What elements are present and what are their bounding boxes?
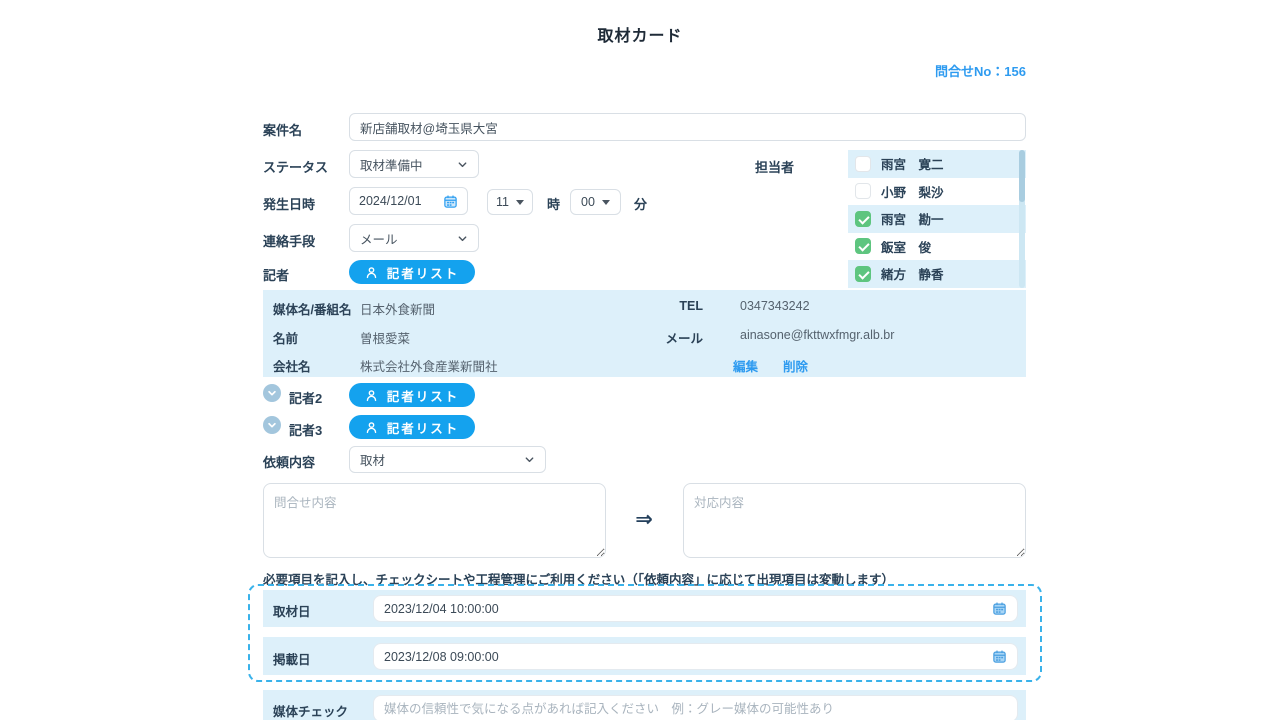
assignee-scrollbar-thumb[interactable] bbox=[1019, 150, 1025, 202]
media-name-label: 媒体名/番組名 bbox=[273, 299, 351, 318]
request-type-select[interactable]: 取材 bbox=[349, 446, 546, 473]
case-name-input[interactable] bbox=[349, 113, 1026, 141]
publish-date-label: 掲載日 bbox=[273, 649, 311, 668]
delete-link[interactable]: 削除 bbox=[783, 356, 808, 375]
interview-date-input[interactable]: 2023/12/04 10:00:00 bbox=[373, 595, 1018, 622]
inquiry-number: 問合せNo：156 bbox=[935, 61, 1026, 80]
person-icon bbox=[365, 389, 378, 402]
assignee-checkbox[interactable] bbox=[855, 156, 871, 172]
assignee-row[interactable]: 飯室 俊 bbox=[848, 233, 1026, 261]
company-value: 株式会社外食産業新聞社 bbox=[360, 356, 498, 375]
media-check-row: 媒体チェック bbox=[263, 690, 1026, 720]
company-label: 会社名 bbox=[273, 356, 311, 375]
interview-date-row: 取材日 2023/12/04 10:00:00 bbox=[263, 590, 1026, 627]
assignee-scrollbar-track bbox=[1019, 150, 1025, 288]
person-icon bbox=[365, 421, 378, 434]
assignee-name: 飯室 俊 bbox=[881, 237, 931, 256]
request-type-label: 依頼内容 bbox=[263, 452, 315, 471]
media-info-panel: 媒体名/番組名 日本外食新聞 TEL 0347343242 名前 曽根愛菜 メー… bbox=[263, 290, 1026, 377]
status-select[interactable]: 取材準備中 bbox=[349, 150, 479, 178]
assignee-checkbox[interactable] bbox=[855, 238, 871, 254]
assignee-checkbox[interactable] bbox=[855, 266, 871, 282]
reporter2-list-button-label: 記者リスト bbox=[387, 386, 460, 405]
interview-date-value: 2023/12/04 10:00:00 bbox=[384, 602, 992, 616]
reporter-list-button[interactable]: 記者リスト bbox=[349, 260, 475, 284]
occurred-minute-value: 00 bbox=[581, 195, 595, 209]
mail-value: ainasone@fkttwxfmgr.alb.br bbox=[740, 328, 894, 342]
occurred-date-input[interactable]: 2024/12/01 bbox=[349, 187, 468, 215]
chevron-down-icon bbox=[524, 454, 535, 465]
calendar-icon[interactable] bbox=[443, 194, 458, 209]
calendar-icon[interactable] bbox=[992, 601, 1007, 616]
chevron-down-icon bbox=[457, 233, 468, 244]
chevron-down-icon bbox=[267, 420, 277, 430]
reporter-list-button-label: 記者リスト bbox=[387, 263, 460, 282]
assignee-row[interactable]: 小野 梨沙 bbox=[848, 178, 1026, 206]
contact-method-value: メール bbox=[360, 229, 457, 248]
interview-card-page: 取材カード 問合せNo：156 案件名 ステータス 取材準備中 担当者 雨宮 寛… bbox=[0, 0, 1280, 720]
reporter3-list-button-label: 記者リスト bbox=[387, 418, 460, 437]
interview-date-label: 取材日 bbox=[273, 601, 311, 620]
occurred-date-value: 2024/12/01 bbox=[359, 194, 443, 208]
assignee-row[interactable]: 雨宮 寛二 bbox=[848, 150, 1026, 178]
assignee-name: 緒方 静香 bbox=[881, 264, 944, 283]
occurred-hour-select[interactable]: 11 bbox=[487, 189, 533, 215]
assignee-name: 雨宮 寛二 bbox=[881, 154, 944, 173]
edit-link[interactable]: 編集 bbox=[733, 356, 758, 375]
assignee-row[interactable]: 雨宮 勘一 bbox=[848, 205, 1026, 233]
contact-person-value: 曽根愛菜 bbox=[360, 328, 410, 347]
occurred-label: 発生日時 bbox=[263, 194, 315, 213]
assignee-row[interactable]: 緒方 静香 bbox=[848, 260, 1026, 288]
chevron-down-icon bbox=[267, 388, 277, 398]
reporter3-collapse-toggle[interactable] bbox=[263, 416, 281, 434]
response-content-textarea[interactable] bbox=[683, 483, 1026, 558]
page-title: 取材カード bbox=[0, 22, 1280, 46]
publish-date-row: 掲載日 2023/12/08 09:00:00 bbox=[263, 637, 1026, 675]
contact-method-select[interactable]: メール bbox=[349, 224, 479, 252]
reporter3-label: 記者3 bbox=[289, 420, 322, 439]
reporter-label: 記者 bbox=[263, 265, 289, 284]
assignees-label: 担当者 bbox=[755, 157, 794, 176]
reporter3-list-button[interactable]: 記者リスト bbox=[349, 415, 475, 439]
media-check-label: 媒体チェック bbox=[273, 701, 348, 720]
status-label: ステータス bbox=[263, 157, 328, 176]
caret-down-icon bbox=[516, 200, 524, 205]
minute-suffix-label: 分 bbox=[634, 194, 647, 213]
person-icon bbox=[365, 266, 378, 279]
publish-date-input[interactable]: 2023/12/08 09:00:00 bbox=[373, 643, 1018, 670]
assignee-checkbox[interactable] bbox=[855, 211, 871, 227]
mail-label: メール bbox=[655, 328, 703, 347]
hour-suffix-label: 時 bbox=[547, 194, 560, 213]
assignee-name: 雨宮 勘一 bbox=[881, 209, 944, 228]
assignee-list: 雨宮 寛二 小野 梨沙 雨宮 勘一 飯室 俊 緒方 静香 bbox=[848, 150, 1026, 288]
contact-method-label: 連絡手段 bbox=[263, 231, 315, 250]
chevron-down-icon bbox=[457, 159, 468, 170]
assignee-name: 小野 梨沙 bbox=[881, 182, 944, 201]
status-select-value: 取材準備中 bbox=[360, 155, 457, 174]
case-name-label: 案件名 bbox=[263, 120, 302, 139]
reporter2-list-button[interactable]: 記者リスト bbox=[349, 383, 475, 407]
media-check-input[interactable] bbox=[373, 695, 1018, 720]
reporter2-collapse-toggle[interactable] bbox=[263, 384, 281, 402]
tel-label: TEL bbox=[655, 299, 703, 313]
reporter2-label: 記者2 bbox=[289, 388, 322, 407]
publish-date-value: 2023/12/08 09:00:00 bbox=[384, 650, 992, 664]
contact-person-label: 名前 bbox=[273, 328, 298, 347]
inquiry-content-textarea[interactable] bbox=[263, 483, 606, 558]
assignee-checkbox[interactable] bbox=[855, 183, 871, 199]
tel-value: 0347343242 bbox=[740, 299, 810, 313]
caret-down-icon bbox=[602, 200, 610, 205]
arrow-right-icon: ⇒ bbox=[630, 507, 658, 532]
occurred-minute-select[interactable]: 00 bbox=[570, 189, 621, 215]
request-type-value: 取材 bbox=[360, 450, 524, 469]
calendar-icon[interactable] bbox=[992, 649, 1007, 664]
media-name-value: 日本外食新聞 bbox=[360, 299, 435, 318]
occurred-hour-value: 11 bbox=[496, 195, 509, 209]
